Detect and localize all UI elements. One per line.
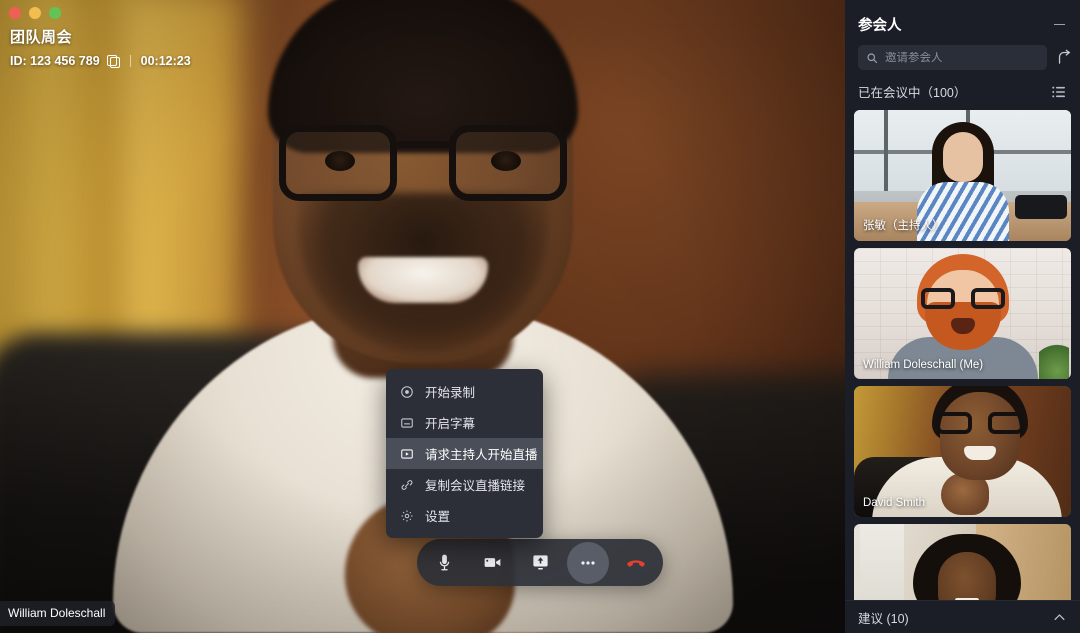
menu-item-start-recording[interactable]: 开始录制: [386, 376, 543, 407]
participant-name: David Smith: [863, 497, 925, 509]
microphone-icon: [439, 554, 449, 571]
end-call-icon: [627, 559, 645, 567]
speaker-eye-right: [490, 151, 521, 171]
microphone-button[interactable]: [423, 542, 465, 584]
sidebar-title: 参会人: [858, 18, 902, 34]
close-button[interactable]: [9, 7, 21, 19]
menu-item-label: 开始录制: [425, 386, 476, 400]
glasses-bridge: [396, 141, 449, 148]
meeting-info: 团队周会 ID: 123 456 789 00:12:23: [10, 26, 191, 68]
participant-name: William Doleschall (Me): [863, 359, 984, 371]
meeting-id: ID: 123 456 789: [10, 54, 100, 68]
more-button[interactable]: [567, 541, 609, 584]
meeting-title: 团队周会: [10, 29, 73, 46]
search-input[interactable]: [885, 51, 1039, 64]
chevron-up-icon[interactable]: [1052, 610, 1067, 625]
participant-tile-host[interactable]: 张敏（主持人）: [854, 110, 1071, 241]
glasses-icon: [935, 412, 1024, 434]
record-icon: [399, 384, 414, 399]
share-screen-button[interactable]: [519, 542, 561, 584]
share-arrow-icon[interactable]: [1056, 49, 1073, 66]
suggestions-label: 建议 (10): [858, 611, 909, 626]
menu-item-settings[interactable]: 设置: [386, 500, 543, 531]
sidebar-search-row: [845, 35, 1080, 70]
more-ellipsis-icon: [581, 560, 595, 565]
minimize-icon[interactable]: [1051, 17, 1067, 33]
info-divider: [129, 55, 131, 67]
glasses-icon: [920, 288, 1005, 310]
participant-name: 张敏（主持人）: [863, 220, 944, 232]
menu-item-copy-live-link[interactable]: 复制会议直播链接: [386, 469, 543, 500]
share-screen-icon: [532, 555, 548, 570]
menu-item-label: 请求主持人开始直播: [425, 448, 538, 462]
participants-sidebar: 参会人 已在会议中（100）: [845, 0, 1080, 633]
window-controls: [9, 7, 61, 19]
participant-tile-list: 张敏（主持人） William Doleschall (Me) David Sm…: [845, 110, 1080, 633]
speaker-glasses: [273, 125, 573, 203]
menu-item-label: 复制会议直播链接: [425, 479, 526, 493]
participant-tile-active-speaker[interactable]: David Smith: [854, 386, 1071, 517]
meeting-toolbar: [417, 539, 663, 586]
minimize-button[interactable]: [29, 7, 41, 19]
meeting-window: 团队周会 ID: 123 456 789 00:12:23 William Do…: [0, 0, 1080, 633]
menu-item-label: 开启字幕: [425, 417, 476, 431]
search-icon: [867, 52, 878, 63]
participant-tile-self[interactable]: William Doleschall (Me): [854, 248, 1071, 379]
suggestions-footer[interactable]: 建议 (10): [845, 600, 1080, 633]
speaker-mouth: [357, 257, 488, 303]
list-layout-icon[interactable]: [1051, 84, 1067, 100]
search-box[interactable]: [858, 45, 1047, 70]
self-name-badge: William Doleschall: [0, 601, 116, 626]
link-icon: [399, 477, 414, 492]
main-video-stage[interactable]: [0, 0, 845, 633]
copy-icon[interactable]: [106, 54, 120, 68]
speaker-eye-left: [324, 151, 355, 171]
more-options-menu: 开始录制 开启字幕 请求主持人开始直播 复制会议直播链接 设置: [386, 369, 543, 538]
menu-item-enable-captions[interactable]: 开启字幕: [386, 407, 543, 438]
menu-item-label: 设置: [425, 510, 451, 524]
meeting-timer: 00:12:23: [140, 54, 191, 68]
sidebar-header: 参会人: [845, 0, 1080, 35]
captions-icon: [399, 415, 414, 430]
in-meeting-label: 已在会议中（100）: [858, 86, 967, 100]
camera-button[interactable]: [471, 542, 513, 584]
maximize-button[interactable]: [49, 7, 61, 19]
gear-icon: [399, 508, 414, 523]
meeting-subinfo: ID: 123 456 789 00:12:23: [10, 54, 191, 68]
end-call-button[interactable]: [615, 542, 657, 584]
sidebar-section-header: 已在会议中（100）: [845, 70, 1080, 110]
menu-item-request-host-live[interactable]: 请求主持人开始直播: [386, 438, 543, 469]
video-camera-icon: [484, 558, 500, 567]
live-stream-icon: [399, 446, 414, 461]
